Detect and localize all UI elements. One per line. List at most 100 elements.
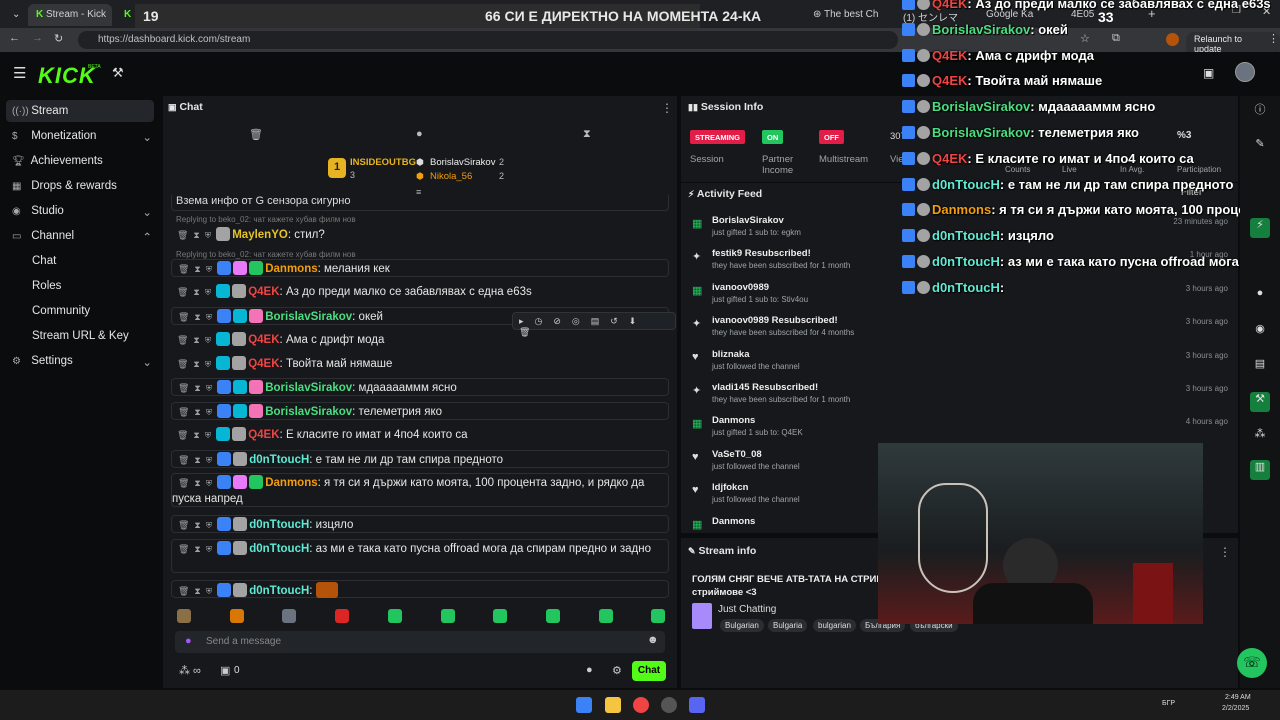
mod-view-icon[interactable]: ▣ <box>1203 66 1214 80</box>
stats-rail-icon[interactable]: ▥ <box>1250 460 1270 480</box>
mod-actions-icon[interactable]: 🗑︎⧗⛨ <box>178 541 217 557</box>
url-field[interactable]: https://dashboard.kick.com/stream <box>78 31 898 49</box>
chat-message[interactable]: 🗑︎⧗⛨ Q4EK: Е класите го имат и 4по4 които… <box>171 426 669 444</box>
back-icon[interactable]: ← <box>9 32 20 44</box>
profile-avatar[interactable] <box>1166 33 1179 46</box>
chat-message[interactable]: 🗑︎⧗⛨ d0nTtoucH: е там не ли др там спира … <box>171 450 669 468</box>
broadcast-rail-icon[interactable]: ◉ <box>1250 322 1270 342</box>
tab-search-icon[interactable]: ⌄ <box>4 4 22 26</box>
chat-message[interactable]: 🗑︎⧗⛨ Q4EK: Ама с дрифт мода <box>171 331 669 349</box>
mod-actions-icon[interactable]: 🗑︎⧗⛨ <box>177 332 216 348</box>
language-indicator[interactable]: БГР <box>1162 700 1175 707</box>
emote-icon[interactable] <box>335 609 350 623</box>
chat-menu-icon[interactable]: ⋮ <box>661 101 673 115</box>
mod-actions-icon[interactable]: 🗑︎⧗⛨ <box>178 583 217 599</box>
sidebar-item-stream-url[interactable]: Stream URL & Key <box>32 330 172 350</box>
chat-username[interactable]: BorislavSirakov <box>265 382 352 394</box>
chat-message[interactable]: 🗑︎⧗⛨ BorislavSirakov: мдаааааммм ясно <box>171 378 669 396</box>
activity-name[interactable]: festik9 Resubscribed! <box>712 248 811 259</box>
activity-name[interactable]: ivanoov0989 <box>712 282 769 293</box>
chat-username[interactable]: Q4EK <box>248 286 279 298</box>
sidebar-item-drops[interactable]: ▦ Drops & rewards <box>12 180 152 200</box>
chat-username[interactable]: MaylenYO <box>232 229 288 241</box>
stream-info-menu-icon[interactable]: ⋮ <box>1219 545 1231 559</box>
activity-name[interactable]: VaSeT0_08 <box>712 449 762 460</box>
chat-message[interactable]: 🗑︎⧗⛨ MaylenYO: стил? <box>171 226 669 242</box>
chat-message[interactable]: 🗑︎⧗⛨ BorislavSirakov: телеметрия яко <box>171 402 669 420</box>
mod-actions-icon[interactable]: 🗑︎⧗⛨ <box>177 356 216 372</box>
chat-message[interactable]: 🗑︎⧗⛨ d0nTtoucH: изцяло <box>171 515 669 533</box>
chat-username[interactable]: Q4EK <box>248 358 279 370</box>
mod-actions-icon[interactable]: 🗑︎⧗⛨ <box>177 284 216 300</box>
mod-actions-icon[interactable]: 🗑︎⧗⛨ <box>177 427 216 443</box>
reload-icon[interactable]: ↻ <box>54 32 63 45</box>
emote-icon[interactable] <box>177 609 191 623</box>
chat-message[interactable]: 🗑︎⧗⛨ Q4EK: Аз до преди малко се забавлява… <box>171 283 669 301</box>
browser-menu-icon[interactable]: ⋮ <box>1268 32 1279 45</box>
emote-icon[interactable] <box>282 609 297 623</box>
emote-icon[interactable] <box>493 609 508 623</box>
mod-actions-icon[interactable]: 🗑︎⧗⛨ <box>178 309 217 325</box>
sidebar-item-roles[interactable]: Roles <box>32 280 172 300</box>
activity-name[interactable]: vladi145 Resubscribed! <box>712 382 818 393</box>
sidebar-item-studio[interactable]: ◉ Studio ⌄ <box>12 205 152 225</box>
chat-bubble-icon[interactable]: ● <box>586 664 593 676</box>
mod-actions-icon[interactable]: 🗑︎⧗⛨ <box>177 227 216 243</box>
emote-icon[interactable] <box>440 609 455 623</box>
chat-username[interactable]: BorislavSirakov <box>265 406 352 418</box>
emote-icon[interactable] <box>545 609 560 623</box>
mod-actions-icon[interactable]: 🗑︎⧗⛨ <box>178 404 217 420</box>
emote-icon[interactable] <box>598 609 613 623</box>
mic-icon[interactable]: ● <box>185 635 192 647</box>
emote-icon[interactable] <box>651 609 666 623</box>
chat-username[interactable]: d0nTtoucH <box>249 585 309 597</box>
chat-username[interactable]: Danmons <box>265 477 317 489</box>
chat-message[interactable]: 🗑︎⧗⛨ d0nTtoucH: <box>171 580 669 598</box>
support-chat-button[interactable]: ☏ <box>1237 648 1267 678</box>
chat-username[interactable]: d0nTtoucH <box>249 519 309 531</box>
users-rail-icon[interactable]: ⁂ <box>1250 427 1270 447</box>
sidebar-item-community[interactable]: Community <box>32 305 172 325</box>
user-avatar[interactable] <box>1235 62 1255 82</box>
tools-icon[interactable]: ⚒ <box>112 65 124 81</box>
hourglass-icon[interactable]: ⧗ <box>583 128 591 141</box>
emoji-icon[interactable]: ☻ <box>647 634 659 646</box>
stream-tag[interactable]: Bulgarian <box>720 619 764 632</box>
chat-username[interactable]: Q4EK <box>248 334 279 346</box>
mod-actions-icon[interactable]: 🗑︎⧗⛨ <box>178 517 217 533</box>
sidebar-item-settings[interactable]: ⚙ Settings ⌄ <box>12 355 152 375</box>
mod-actions-icon[interactable]: 🗑︎⧗⛨ <box>178 261 217 277</box>
activity-name[interactable]: ivanoov0989 Resubscribed! <box>712 315 838 326</box>
layers-rail-icon[interactable]: ▤ <box>1250 357 1270 377</box>
stream-tag[interactable]: bulgarian <box>813 619 856 632</box>
obs-icon[interactable] <box>661 697 677 713</box>
sidebar-item-channel[interactable]: ▭ Channel ⌃ <box>12 230 152 250</box>
chat-username[interactable]: BorislavSirakov <box>265 311 352 323</box>
bookmark-star-icon[interactable]: ☆ <box>1080 32 1090 45</box>
activity-name[interactable]: ldjfokcn <box>712 482 748 493</box>
chat-settings-icon[interactable]: ⚙ <box>612 664 622 677</box>
send-chat-button[interactable]: Chat <box>632 661 666 681</box>
chrome-icon[interactable] <box>633 697 649 713</box>
tab-kick-2[interactable]: K <box>116 4 134 26</box>
pinned-users-icon[interactable]: ⁂ ∞ <box>179 664 201 677</box>
tab-stream-kick[interactable]: K Stream - Kick <box>28 4 112 26</box>
emote-icon[interactable] <box>387 609 402 623</box>
forward-icon[interactable]: → <box>32 32 43 44</box>
chat-message[interactable]: 🗑︎⧗⛨ d0nTtoucH: аз ми е така като пусна o… <box>171 539 669 573</box>
activity-name[interactable]: bliznaka <box>712 349 750 360</box>
message-icon[interactable]: ● <box>416 128 423 140</box>
activity-name[interactable]: Danmons <box>712 415 755 426</box>
edit-icon[interactable]: ✎ <box>1250 137 1270 157</box>
message-actions-toolbar[interactable]: ▸◷⊘◎▤↺⬇🗑︎ <box>512 312 676 337</box>
file-explorer-icon[interactable] <box>605 697 621 713</box>
lightning-rail-icon[interactable]: ⚡︎ <box>1250 218 1270 238</box>
stream-tag[interactable]: Bulgaria <box>768 619 808 632</box>
extensions-icon[interactable]: ⧉ <box>1112 32 1120 45</box>
tools-rail-icon[interactable]: ⚒ <box>1250 392 1270 412</box>
mod-actions-icon[interactable]: 🗑︎⧗⛨ <box>178 380 217 396</box>
chat-username[interactable]: d0nTtoucH <box>249 543 309 555</box>
chat-message[interactable]: 🗑︎⧗⛨ Q4EK: Твойта май нямаше <box>171 355 669 373</box>
mod-actions-icon[interactable]: 🗑︎⧗⛨ <box>178 452 217 468</box>
chat-input-box[interactable]: ● Send a message ☻ <box>175 631 665 653</box>
